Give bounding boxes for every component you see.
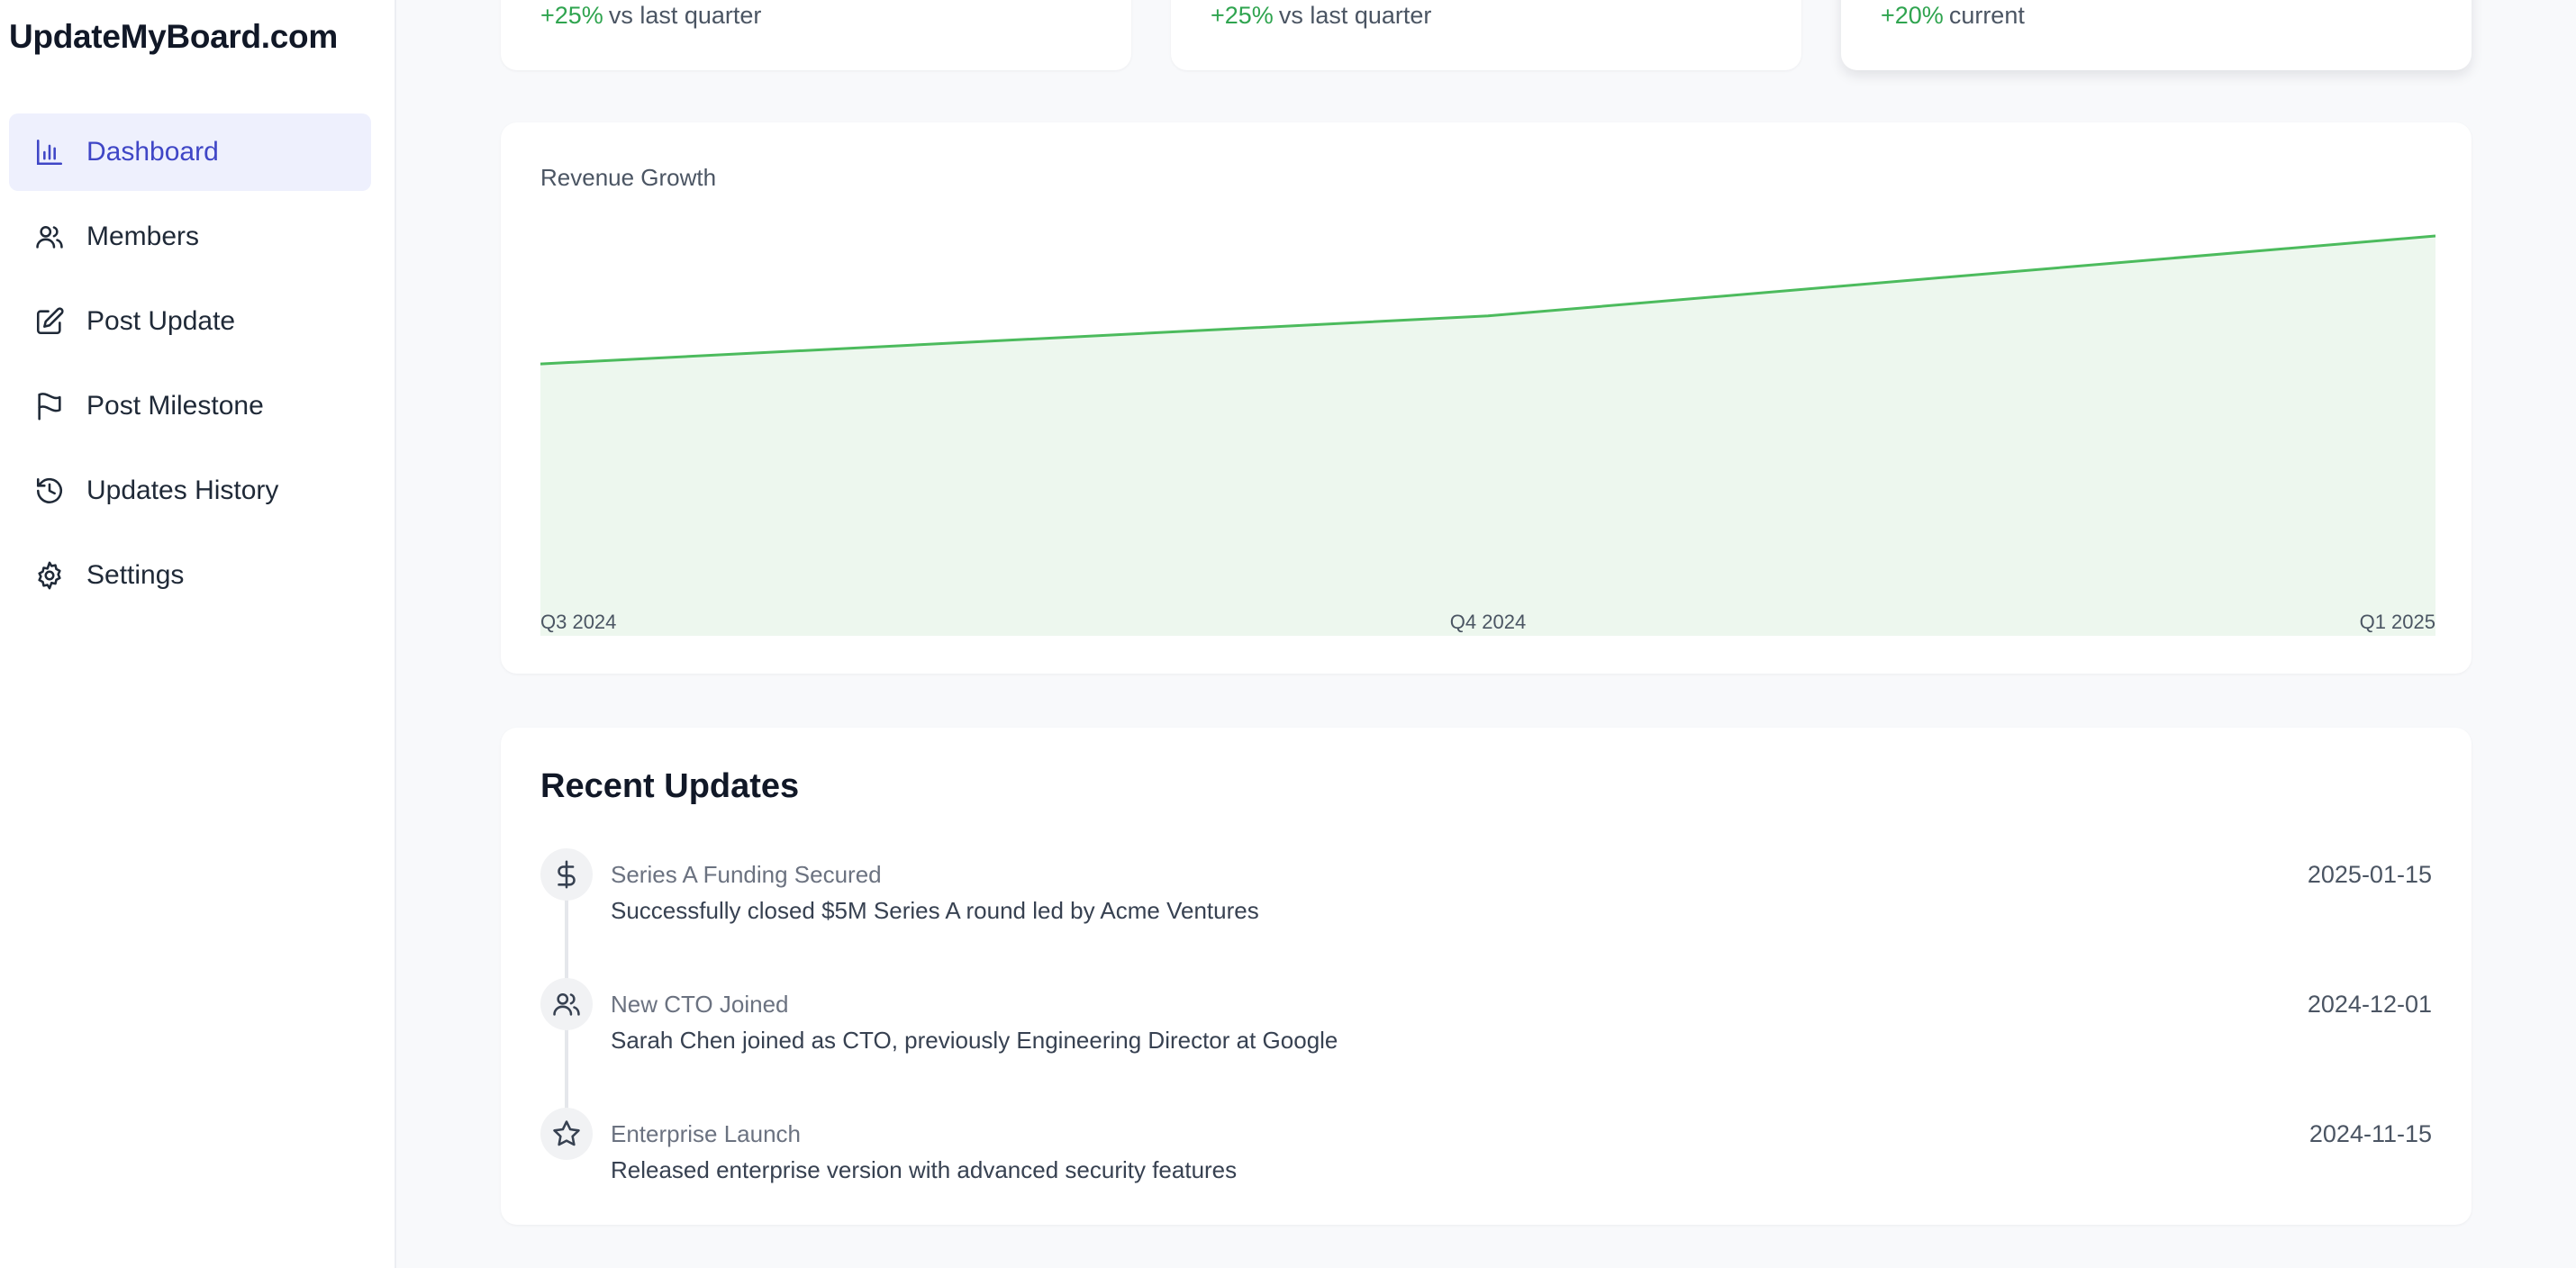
sidebar-item-post-update[interactable]: Post Update (9, 283, 371, 360)
revenue-area (540, 236, 2435, 636)
x-tick-label: Q4 2024 (1449, 611, 1527, 633)
section-title: Recent Updates (540, 767, 800, 805)
sidebar-item-post-milestone[interactable]: Post Milestone (9, 367, 371, 445)
stat-caption: vs last quarter (608, 2, 762, 29)
sidebar-item-label: Members (86, 222, 200, 251)
update-date: 2025-01-15 (2307, 861, 2432, 888)
sidebar-nav: Dashboard Members Post Update Post Miles… (9, 113, 371, 621)
stat-card: +20% current (1841, 0, 2472, 70)
update-item[interactable]: New CTO Joined Sarah Chen joined as CTO,… (540, 978, 2432, 1068)
revenue-chart (540, 234, 2435, 636)
chart-title: Revenue Growth (540, 164, 717, 191)
stat-delta: +25% (1211, 2, 1274, 29)
stat-trend: +25% vs last quarter (1211, 2, 1431, 30)
sidebar-item-dashboard[interactable]: Dashboard (9, 113, 371, 191)
bar-chart-icon (34, 137, 65, 168)
stat-trend: +20% current (1881, 2, 2025, 30)
update-title: Series A Funding Secured (611, 861, 882, 888)
update-title: New CTO Joined (611, 991, 789, 1018)
sidebar-item-label: Post Milestone (86, 391, 264, 421)
stat-card: +25% vs last quarter (501, 0, 1131, 70)
recent-updates-card: Recent Updates Series A Funding Secured … (501, 728, 2472, 1225)
x-tick-label: Q1 2025 (2359, 611, 2435, 633)
sidebar-item-label: Post Update (86, 306, 236, 336)
x-tick-label: Q3 2024 (540, 611, 617, 633)
stat-card: +25% vs last quarter (1171, 0, 1801, 70)
stat-delta: +25% (540, 2, 603, 29)
sidebar-item-settings[interactable]: Settings (9, 537, 371, 614)
update-description: Sarah Chen joined as CTO, previously Eng… (611, 1027, 1338, 1054)
update-title: Enterprise Launch (611, 1120, 802, 1147)
update-item[interactable]: Series A Funding Secured Successfully cl… (540, 848, 2432, 938)
revenue-chart-card: Revenue Growth Q3 2024 Q4 2024 Q1 2025 (501, 122, 2472, 674)
update-description: Successfully closed $5M Series A round l… (611, 897, 1259, 924)
history-icon (34, 476, 65, 506)
edit-icon (34, 306, 65, 337)
stat-delta: +20% (1881, 2, 1944, 29)
update-date: 2024-11-15 (2308, 1120, 2432, 1147)
sidebar-item-members[interactable]: Members (9, 198, 371, 276)
users-icon (540, 978, 593, 1030)
update-description: Released enterprise version with advance… (611, 1156, 1238, 1183)
update-item[interactable]: Enterprise Launch Released enterprise ve… (540, 1108, 2432, 1198)
sidebar-item-updates-history[interactable]: Updates History (9, 452, 371, 530)
stat-trend: +25% vs last quarter (540, 2, 761, 30)
sidebar: UpdateMyBoard.com Dashboard Members Post… (0, 0, 396, 1268)
flag-icon (34, 391, 65, 421)
sidebar-item-label: Dashboard (86, 137, 219, 167)
sidebar-item-label: Settings (86, 560, 185, 590)
stat-caption: vs last quarter (1278, 2, 1432, 29)
stat-caption: current (1948, 2, 2025, 29)
users-icon (34, 222, 65, 252)
dollar-icon (540, 848, 593, 901)
star-icon (540, 1108, 593, 1160)
gear-icon (34, 560, 65, 591)
update-date: 2024-12-01 (2307, 991, 2432, 1018)
sidebar-item-label: Updates History (86, 476, 279, 505)
brand-logo[interactable]: UpdateMyBoard.com (9, 18, 338, 56)
